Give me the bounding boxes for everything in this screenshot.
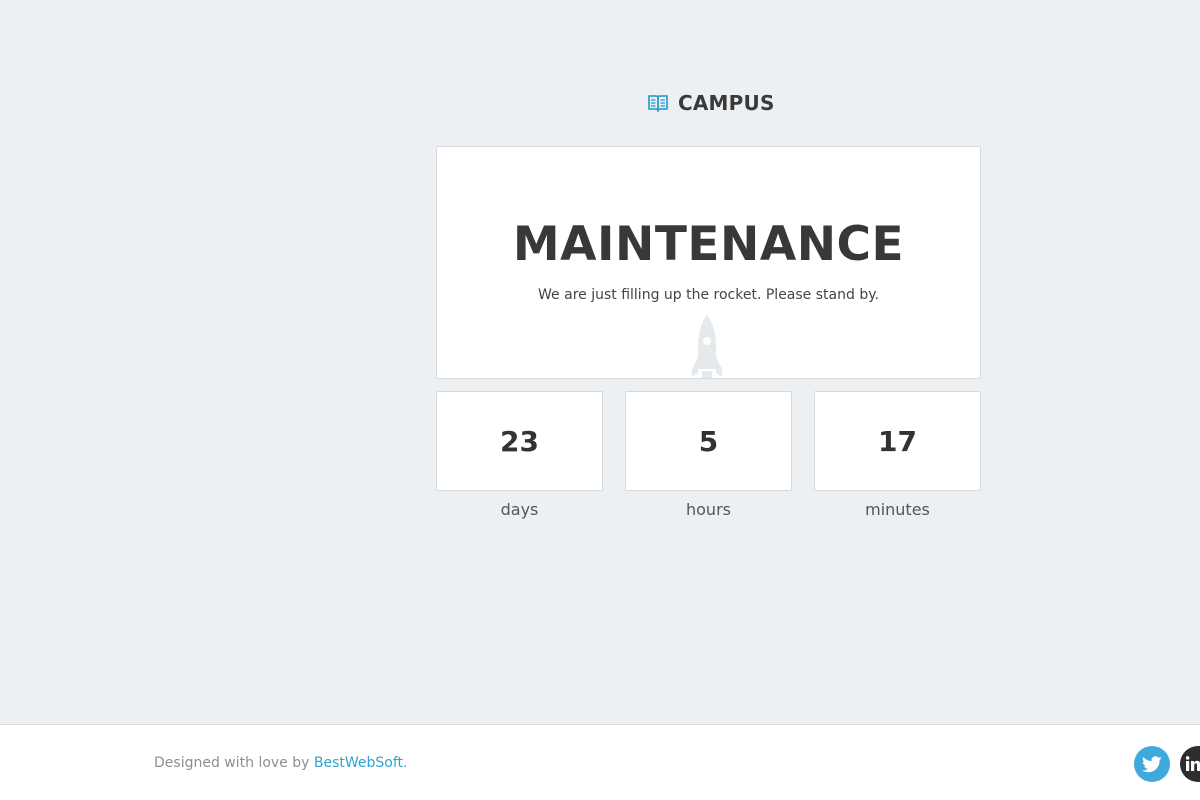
- countdown-days: 23 days: [436, 391, 603, 519]
- bestwebsoft-link[interactable]: BestWebSoft: [314, 755, 403, 771]
- footer-credit-prefix: Designed with love by: [154, 755, 314, 771]
- brand-header: CAMPUS: [648, 89, 775, 117]
- countdown-minutes-label: minutes: [865, 500, 930, 519]
- countdown-hours: 5 hours: [625, 391, 792, 519]
- brand-name: CAMPUS: [678, 91, 775, 115]
- footer-credit: Designed with love by BestWebSoft.: [154, 755, 407, 771]
- linkedin-icon: [1186, 756, 1200, 771]
- countdown-days-value: 23: [436, 391, 603, 491]
- countdown-days-label: days: [500, 500, 539, 519]
- maintenance-card: MAINTENANCE We are just filling up the r…: [436, 146, 981, 379]
- linkedin-button[interactable]: [1180, 746, 1200, 782]
- footer-credit-suffix: .: [403, 755, 408, 771]
- countdown-minutes-value: 17: [814, 391, 981, 491]
- page-subtitle: We are just filling up the rocket. Pleas…: [538, 287, 879, 303]
- page-title: MAINTENANCE: [512, 217, 905, 272]
- countdown-hours-label: hours: [686, 500, 731, 519]
- countdown-minutes: 17 minutes: [814, 391, 981, 519]
- countdown-hours-value: 5: [625, 391, 792, 491]
- twitter-icon: [1142, 755, 1162, 772]
- book-icon: [648, 95, 668, 112]
- footer: Designed with love by BestWebSoft.: [0, 724, 1200, 800]
- twitter-button[interactable]: [1134, 746, 1170, 782]
- rocket-icon: [692, 315, 722, 378]
